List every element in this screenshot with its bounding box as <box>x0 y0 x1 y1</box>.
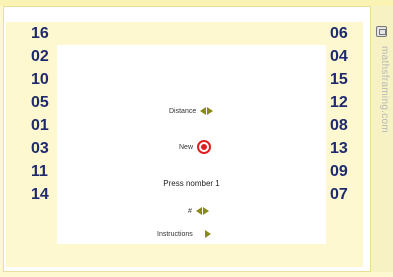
distance-control: Distance <box>169 107 214 115</box>
restore-window-icon[interactable] <box>376 26 387 37</box>
game-frame: 16 02 10 05 01 03 11 14 06 04 15 12 08 1… <box>0 0 393 277</box>
new-label: New <box>179 143 194 151</box>
target-icon[interactable] <box>197 140 212 154</box>
target-center <box>201 144 208 150</box>
size-label: # <box>188 207 192 215</box>
number-cell[interactable]: 06 <box>330 22 366 45</box>
number-cell[interactable]: 04 <box>330 45 366 68</box>
distance-arrows <box>200 107 214 115</box>
number-cell[interactable]: 08 <box>330 114 366 137</box>
size-arrows <box>195 207 209 215</box>
instructions-control[interactable]: Instructions <box>157 230 211 238</box>
number-cell[interactable]: 09 <box>330 160 366 183</box>
size-control: # <box>188 207 209 215</box>
number-cell[interactable]: 12 <box>330 91 366 114</box>
number-cell[interactable]: 13 <box>330 137 366 160</box>
arrow-right-icon[interactable] <box>207 107 214 115</box>
arrow-left-icon[interactable] <box>200 107 207 115</box>
number-cell[interactable]: 16 <box>6 22 106 45</box>
right-number-column: 06 04 15 12 08 13 09 07 <box>330 22 366 206</box>
center-panel: Distance New Press nomber 1 # Instructio… <box>57 45 326 244</box>
number-cell[interactable]: 07 <box>330 183 366 206</box>
prompt-text: Press nomber 1 <box>163 179 220 188</box>
new-control[interactable]: New <box>179 140 212 154</box>
distance-label: Distance <box>169 107 197 115</box>
instructions-label: Instructions <box>157 230 193 238</box>
instructions-arrows <box>204 230 211 238</box>
arrow-right-icon[interactable] <box>204 230 211 238</box>
bottom-band <box>6 244 363 267</box>
arrow-right-icon[interactable] <box>202 207 209 215</box>
arrow-left-icon[interactable] <box>195 207 202 215</box>
number-cell[interactable]: 15 <box>330 68 366 91</box>
side-panel: mathsframing.com <box>371 6 393 272</box>
site-watermark: mathsframing.com <box>379 46 390 134</box>
